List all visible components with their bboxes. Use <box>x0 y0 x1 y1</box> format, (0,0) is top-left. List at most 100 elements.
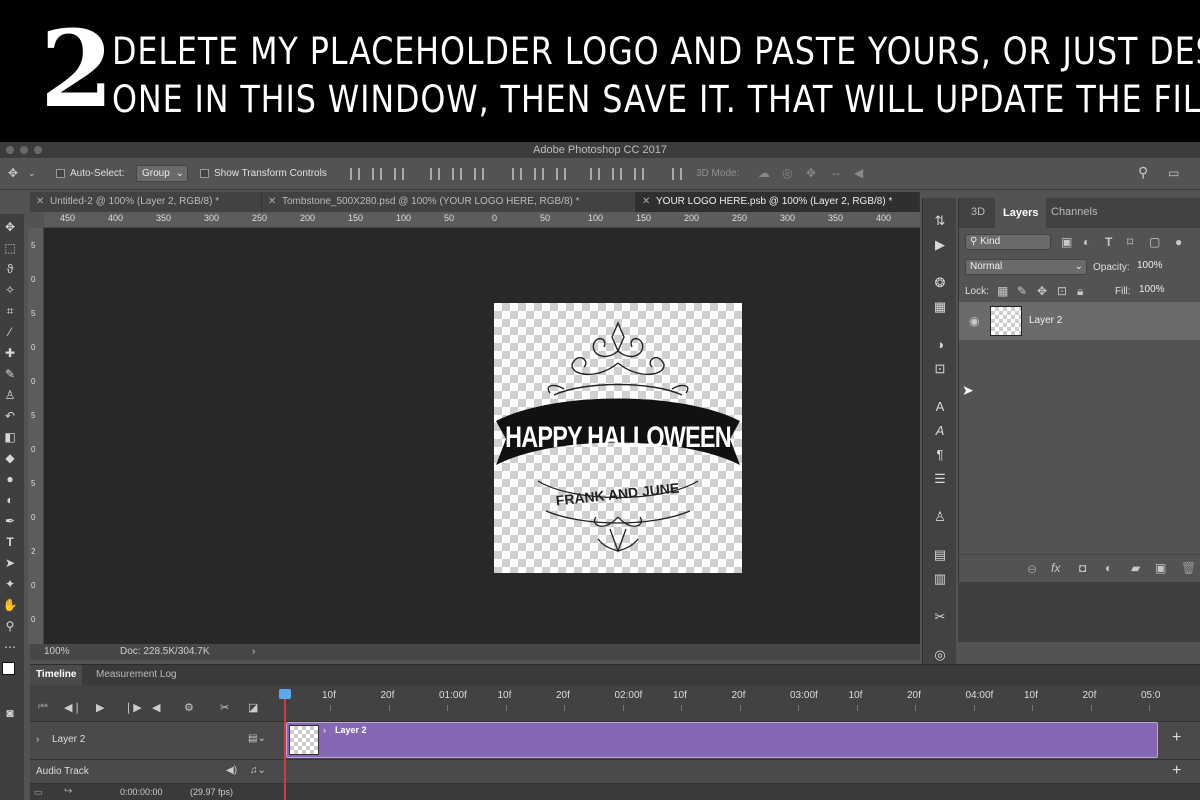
new-group-icon[interactable]: ▰ <box>1131 561 1140 575</box>
filter-type-icon[interactable]: T <box>1105 235 1112 249</box>
move-tool-icon[interactable]: ✥ <box>0 218 20 236</box>
swatches-panel-icon[interactable]: ▦ <box>931 298 949 316</box>
libraries-panel-icon[interactable]: ▤ <box>931 546 949 564</box>
blur-tool-icon[interactable]: ● <box>0 470 20 488</box>
minimize-window-button[interactable] <box>20 146 28 154</box>
brush-tool-icon[interactable]: ✎ <box>0 365 20 383</box>
creative-cloud-icon[interactable]: ◎ <box>931 646 949 664</box>
render-video-icon[interactable]: ▭ <box>34 787 43 798</box>
tab-untitled-2[interactable]: ✕ Untitled-2 @ 100% (Layer 2, RGB/8) * <box>30 192 262 212</box>
3d-roll-icon[interactable]: ◎ <box>782 166 792 180</box>
audio-icon[interactable]: ◀ <box>152 701 160 714</box>
filter-smart-object-icon[interactable]: ▢ <box>1149 235 1160 249</box>
lock-pixels-icon[interactable]: ▦ <box>997 284 1008 298</box>
lock-artboard-icon[interactable]: ⊡ <box>1057 284 1067 298</box>
lock-all-icon[interactable]: 🔒︎ <box>1077 284 1083 298</box>
zoom-window-button[interactable] <box>34 146 42 154</box>
auto-select-dropdown[interactable]: Group ⌄ <box>136 165 188 182</box>
tab-channels[interactable]: Channels <box>1051 206 1097 218</box>
lasso-tool-icon[interactable]: ϑ <box>0 260 20 278</box>
layer-filter-dropdown[interactable]: ⚲ Kind <box>965 234 1051 250</box>
tab-your-logo-here[interactable]: ✕ YOUR LOGO HERE.psb @ 100% (Layer 2, RGB… <box>636 192 920 212</box>
tab-layers[interactable]: Layers <box>995 198 1047 228</box>
3d-orbit-icon[interactable]: ☁ <box>758 166 770 180</box>
3d-pan-icon[interactable]: ✥ <box>806 166 816 180</box>
search-icon[interactable]: ⚲ <box>1138 165 1148 179</box>
auto-select-checkbox[interactable] <box>56 169 65 178</box>
align-left-icon[interactable] <box>430 168 440 180</box>
filter-shape-icon[interactable]: ⌑ <box>1127 235 1133 249</box>
transition-icon[interactable]: ◪ <box>248 701 258 714</box>
stamp-tool-icon[interactable]: ♙ <box>0 386 20 404</box>
layer-clip[interactable]: › Layer 2 <box>286 722 1158 758</box>
paragraph-panel-icon[interactable]: ¶ <box>931 446 949 464</box>
auto-align-icon[interactable] <box>672 168 682 180</box>
tool-presets-icon[interactable]: ✂ <box>931 608 949 626</box>
adjustments-panel-icon[interactable]: ◑ <box>931 336 949 354</box>
next-frame-icon[interactable]: ❘▶ <box>124 701 142 714</box>
3d-scale-icon[interactable]: ◀ <box>854 166 863 180</box>
notes-panel-icon[interactable]: ▥ <box>931 570 949 588</box>
marquee-tool-icon[interactable]: ⬚ <box>0 239 20 257</box>
styles-panel-icon[interactable]: ⊡ <box>931 360 949 378</box>
blend-mode-dropdown[interactable]: Normal ⌄ <box>965 259 1087 275</box>
layer-name[interactable]: Layer 2 <box>1029 315 1062 326</box>
playhead[interactable] <box>284 689 286 800</box>
quick-mask-icon[interactable]: ◙ <box>0 704 20 722</box>
workspace-icon[interactable]: ▭ <box>1168 166 1179 180</box>
playhead-handle[interactable] <box>279 689 291 699</box>
trash-icon[interactable]: 🗑︎ <box>1181 561 1196 575</box>
convert-icon[interactable]: ↪ <box>64 786 72 797</box>
tab-tombstone[interactable]: ✕ Tombstone_500X280.psd @ 100% (YOUR LOGO… <box>262 192 636 212</box>
align-bottom-icon[interactable] <box>394 168 404 180</box>
tab-timeline[interactable]: Timeline <box>30 665 83 685</box>
eraser-tool-icon[interactable]: ◧ <box>0 428 20 446</box>
lock-brush-icon[interactable]: ✎ <box>1017 284 1027 298</box>
healing-brush-icon[interactable]: ✚ <box>0 344 20 362</box>
paint-bucket-icon[interactable]: ◆ <box>0 449 20 467</box>
align-horizontal-center-icon[interactable] <box>452 168 462 180</box>
previous-frame-icon[interactable]: ◀❘ <box>64 701 82 714</box>
clone-source-icon[interactable]: ♙ <box>931 508 949 526</box>
go-to-first-frame-icon[interactable]: ⏮ <box>38 701 48 714</box>
distribute-right-icon[interactable] <box>634 168 644 180</box>
more-tools-icon[interactable]: ⋯ <box>0 638 20 656</box>
layer-style-icon[interactable]: fx <box>1051 561 1060 575</box>
foreground-color-swatch[interactable] <box>2 662 15 675</box>
history-brush-icon[interactable]: ↶ <box>0 407 20 425</box>
character-panel-icon[interactable]: A <box>931 398 949 416</box>
add-audio-icon[interactable]: + <box>1172 762 1181 780</box>
chevron-right-icon[interactable]: › <box>36 734 39 745</box>
link-layers-icon[interactable]: ⊖ <box>1027 562 1037 576</box>
distribute-hcenter-icon[interactable] <box>612 168 622 180</box>
hand-tool-icon[interactable]: ✋ <box>0 596 20 614</box>
dodge-tool-icon[interactable]: ◐ <box>0 491 20 509</box>
filter-pixel-icon[interactable]: ▣ <box>1061 235 1072 249</box>
zoom-tool-icon[interactable]: ⚲ <box>0 617 20 635</box>
layer-mask-icon[interactable]: ◘ <box>1079 561 1086 575</box>
play-icon[interactable]: ▶ <box>96 701 104 714</box>
chevron-down-icon[interactable]: ⌄ <box>28 166 36 180</box>
filter-toggle-icon[interactable]: ● <box>1175 235 1182 249</box>
chevron-right-icon[interactable]: › <box>252 644 255 660</box>
distribute-left-icon[interactable] <box>590 168 600 180</box>
document-canvas[interactable]: HAPPY HALLOWEEN FRANK AND JUNE <box>494 303 742 573</box>
zoom-level[interactable]: 100% <box>44 644 70 660</box>
lock-position-icon[interactable]: ✥ <box>1037 284 1047 298</box>
new-layer-icon[interactable]: ▣ <box>1155 561 1166 575</box>
eye-icon[interactable]: ◉ <box>969 314 979 328</box>
settings-gear-icon[interactable]: ⚙ <box>184 701 194 714</box>
align-top-icon[interactable] <box>350 168 360 180</box>
magic-wand-icon[interactable]: ✧ <box>0 281 20 299</box>
pen-tool-icon[interactable]: ✒ <box>0 512 20 530</box>
opacity-field[interactable]: 100% <box>1133 259 1183 275</box>
path-select-icon[interactable]: ➤ <box>0 554 20 572</box>
track-options-icon[interactable]: ▤⌄ <box>248 733 266 744</box>
mute-audio-icon[interactable]: ◀) <box>226 765 237 776</box>
properties-panel-icon[interactable]: ☰ <box>931 470 949 488</box>
layer-row[interactable]: ◉ Layer 2 <box>959 302 1200 340</box>
tab-3d[interactable]: 3D <box>971 206 985 218</box>
filter-adjustment-icon[interactable]: ◐ <box>1083 235 1090 249</box>
character-styles-icon[interactable]: A <box>931 422 949 440</box>
close-window-button[interactable] <box>6 146 14 154</box>
